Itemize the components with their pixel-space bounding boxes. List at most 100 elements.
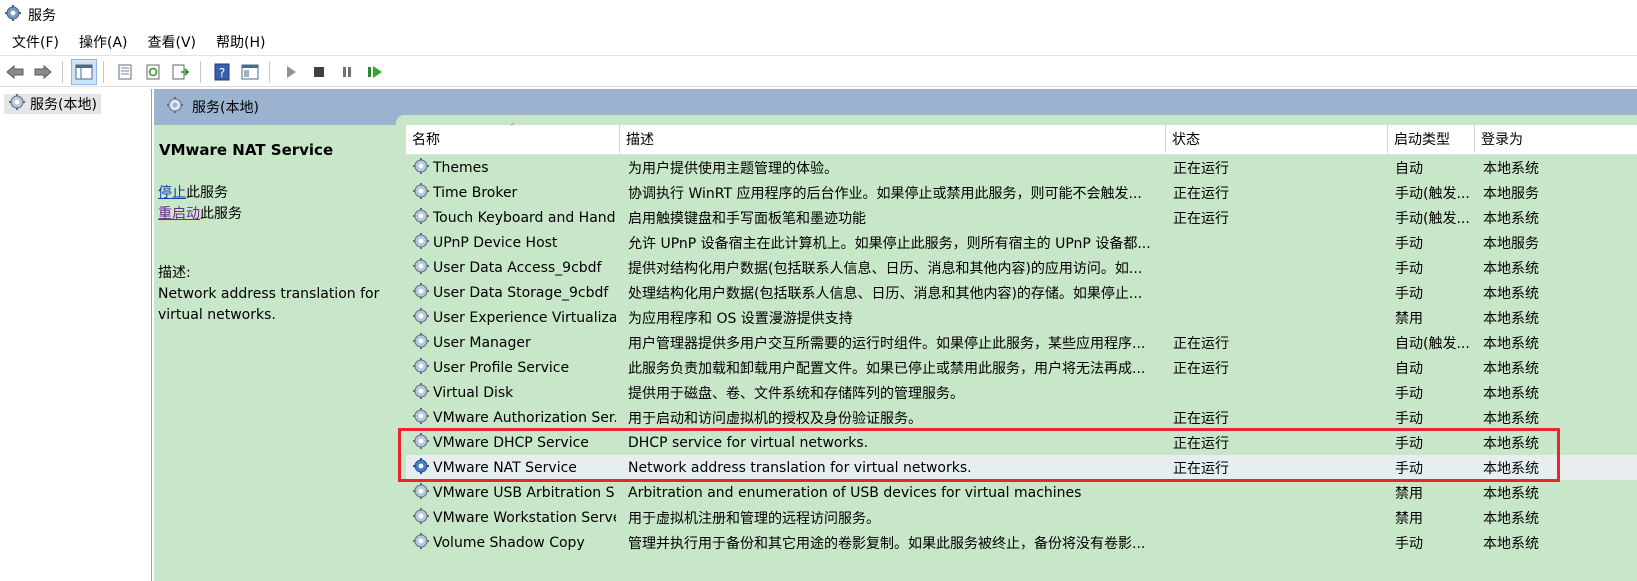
cell-name-text: User Data Access_9cbdf <box>433 259 602 276</box>
cell-desc-text: 启用触摸键盘和手写面板笔和墨迹功能 <box>628 210 866 227</box>
stop-service-icon[interactable] <box>306 59 332 85</box>
cell-logon-text: 本地系统 <box>1483 535 1539 552</box>
console-view-icon[interactable] <box>237 59 263 85</box>
cell-name: Themes <box>412 155 616 180</box>
cell-startup-text: 手动(触发... <box>1395 185 1470 202</box>
cell-logon-text: 本地系统 <box>1483 485 1539 502</box>
refresh-icon[interactable] <box>140 59 166 85</box>
cell-startup-text: 手动 <box>1395 460 1423 477</box>
table-row[interactable]: Virtual Disk 提供用于磁盘、卷、文件系统和存储阵列的管理服务。 手动 本地… <box>406 380 1637 405</box>
cell-status <box>1173 280 1383 305</box>
table-row[interactable]: VMware Workstation Server 用于虚拟机注册和管理的远程访问… <box>406 505 1637 530</box>
cell-status-text: 正在运行 <box>1173 410 1229 427</box>
toolbar-separator <box>269 60 270 83</box>
cell-logon: 本地系统 <box>1483 380 1633 405</box>
cell-name: Time Broker <box>412 180 616 205</box>
table-row[interactable]: UPnP Device Host 允许 UPnP 设备宿主在此计算机上。如果停止此… <box>406 230 1637 255</box>
service-gear-icon <box>412 332 430 354</box>
back-arrow-icon[interactable] <box>2 59 28 85</box>
table-row[interactable]: User Manager 用户管理器提供多用户交互所需要的运行时组件。如果停止此服… <box>406 330 1637 355</box>
cell-logon-text: 本地系统 <box>1483 310 1539 327</box>
table-row[interactable]: User Data Storage_9cbdf 处理结构化用户数据(包括联系人信息… <box>406 280 1637 305</box>
table-row[interactable]: User Data Access_9cbdf 提供对结构化用户数据(包括联系人信息… <box>406 255 1637 280</box>
menu-file[interactable]: 文件(F) <box>12 32 59 52</box>
cell-startup-text: 自动(触发... <box>1395 335 1470 352</box>
toolbar-separator <box>200 60 201 83</box>
table-row[interactable]: Touch Keyboard and Hand... 启用触摸键盘和手写面板笔和墨… <box>406 205 1637 230</box>
table-row[interactable]: Themes 为用户提供使用主题管理的体验。 正在运行 自动 本地系统 <box>406 155 1637 180</box>
table-row[interactable]: VMware USB Arbitration S... Arbitration a… <box>406 480 1637 505</box>
stop-service-link[interactable]: 停止 <box>158 185 186 201</box>
cell-desc-text: 处理结构化用户数据(包括联系人信息、日历、消息和其他内容)的存储。如果停止... <box>628 285 1143 302</box>
menu-help[interactable]: 帮助(H) <box>216 32 265 52</box>
cell-status <box>1173 305 1383 330</box>
stop-action: 停止此服务 <box>158 183 396 204</box>
column-header-name[interactable]: 名称 ˄ <box>406 123 620 153</box>
service-gear-icon <box>412 232 430 254</box>
column-header-logon[interactable]: 登录为 <box>1475 125 1637 153</box>
column-header-description[interactable]: 描述 <box>620 125 1166 153</box>
cell-status: 正在运行 <box>1173 430 1383 455</box>
menu-action[interactable]: 操作(A) <box>79 32 128 52</box>
cell-logon-text: 本地系统 <box>1483 335 1539 352</box>
gear-icon <box>8 93 26 115</box>
table-row[interactable]: VMware Authorization Ser... 用于启动和访问虚拟机的授权… <box>406 405 1637 430</box>
cell-logon-text: 本地系统 <box>1483 260 1539 277</box>
cell-startup: 手动 <box>1395 280 1473 305</box>
cell-name-text: VMware USB Arbitration S... <box>433 484 616 501</box>
cell-status-text: 正在运行 <box>1173 360 1229 377</box>
cell-name-text: User Data Storage_9cbdf <box>433 284 609 301</box>
cell-name-text: User Experience Virtualizat... <box>433 309 616 326</box>
help-icon[interactable]: ? <box>209 59 235 85</box>
table-row[interactable]: VMware NAT Service Network address transl… <box>406 455 1637 480</box>
column-startup-label: 启动类型 <box>1394 132 1450 148</box>
cell-startup: 手动(触发... <box>1395 180 1473 205</box>
cell-startup-text: 禁用 <box>1395 485 1423 502</box>
cell-startup-text: 手动(触发... <box>1395 210 1470 227</box>
column-header-status[interactable]: 状态 <box>1166 125 1388 153</box>
cell-name-text: Time Broker <box>433 184 518 201</box>
cell-status-text: 正在运行 <box>1173 460 1229 477</box>
table-row[interactable]: User Profile Service 此服务负责加载和卸载用户配置文件。如果已… <box>406 355 1637 380</box>
cell-logon-text: 本地系统 <box>1483 460 1539 477</box>
cell-startup: 自动 <box>1395 155 1473 180</box>
cell-logon-text: 本地服务 <box>1483 235 1539 252</box>
cell-logon: 本地系统 <box>1483 255 1633 280</box>
table-row[interactable]: Time Broker 协调执行 WinRT 应用程序的后台作业。如果停止或禁用此… <box>406 180 1637 205</box>
column-header-startup-type[interactable]: 启动类型 <box>1388 125 1475 153</box>
restart-service-link[interactable]: 重启动 <box>158 206 200 222</box>
cell-desc-text: 允许 UPnP 设备宿主在此计算机上。如果停止此服务，则所有宿主的 UPnP 设… <box>628 235 1151 252</box>
cell-name: User Experience Virtualizat... <box>412 305 616 330</box>
cell-desc: 管理并执行用于备份和其它用途的卷影复制。如果此服务被终止，备份将没有卷影... <box>628 530 1164 555</box>
cell-logon: 本地系统 <box>1483 505 1633 530</box>
cell-logon: 本地系统 <box>1483 305 1633 330</box>
cell-status <box>1173 380 1383 405</box>
restart-service-icon[interactable] <box>362 59 388 85</box>
cell-logon: 本地系统 <box>1483 355 1633 380</box>
cell-name-text: VMware Workstation Server <box>433 509 616 526</box>
service-gear-icon <box>412 532 430 554</box>
cell-startup: 手动 <box>1395 255 1473 280</box>
properties-icon[interactable] <box>112 59 138 85</box>
menu-view[interactable]: 查看(V) <box>148 32 197 52</box>
cell-startup-text: 手动 <box>1395 260 1423 277</box>
console-tree-icon[interactable] <box>71 58 97 85</box>
cell-status: 正在运行 <box>1173 205 1383 230</box>
forward-arrow-icon[interactable] <box>30 59 56 85</box>
service-detail-panel: VMware NAT Service 停止此服务 重启动此服务 描述: Netw… <box>154 125 400 581</box>
console-tree: 服务(本地) <box>0 89 152 581</box>
table-row[interactable]: VMware DHCP Service DHCP service for virt… <box>406 430 1637 455</box>
start-service-icon[interactable] <box>278 59 304 85</box>
cell-name-text: Themes <box>433 159 489 176</box>
cell-name-text: VMware NAT Service <box>433 459 577 476</box>
restart-action-suffix: 此服务 <box>200 206 242 222</box>
tree-item-services-local[interactable]: 服务(本地) <box>4 94 101 114</box>
export-list-icon[interactable] <box>168 59 194 85</box>
services-list[interactable]: 名称 ˄ 描述 状态 启动类型 登录为 Themes 为用户提供使用主题管理的体验… <box>406 123 1637 581</box>
table-row[interactable]: User Experience Virtualizat... 为应用程序和 OS … <box>406 305 1637 330</box>
cell-logon-text: 本地系统 <box>1483 435 1539 452</box>
column-status-label: 状态 <box>1172 132 1200 148</box>
pause-service-icon[interactable] <box>334 59 360 85</box>
selected-service-name: VMware NAT Service <box>159 141 334 159</box>
table-row[interactable]: Volume Shadow Copy 管理并执行用于备份和其它用途的卷影复制。如果… <box>406 530 1637 555</box>
